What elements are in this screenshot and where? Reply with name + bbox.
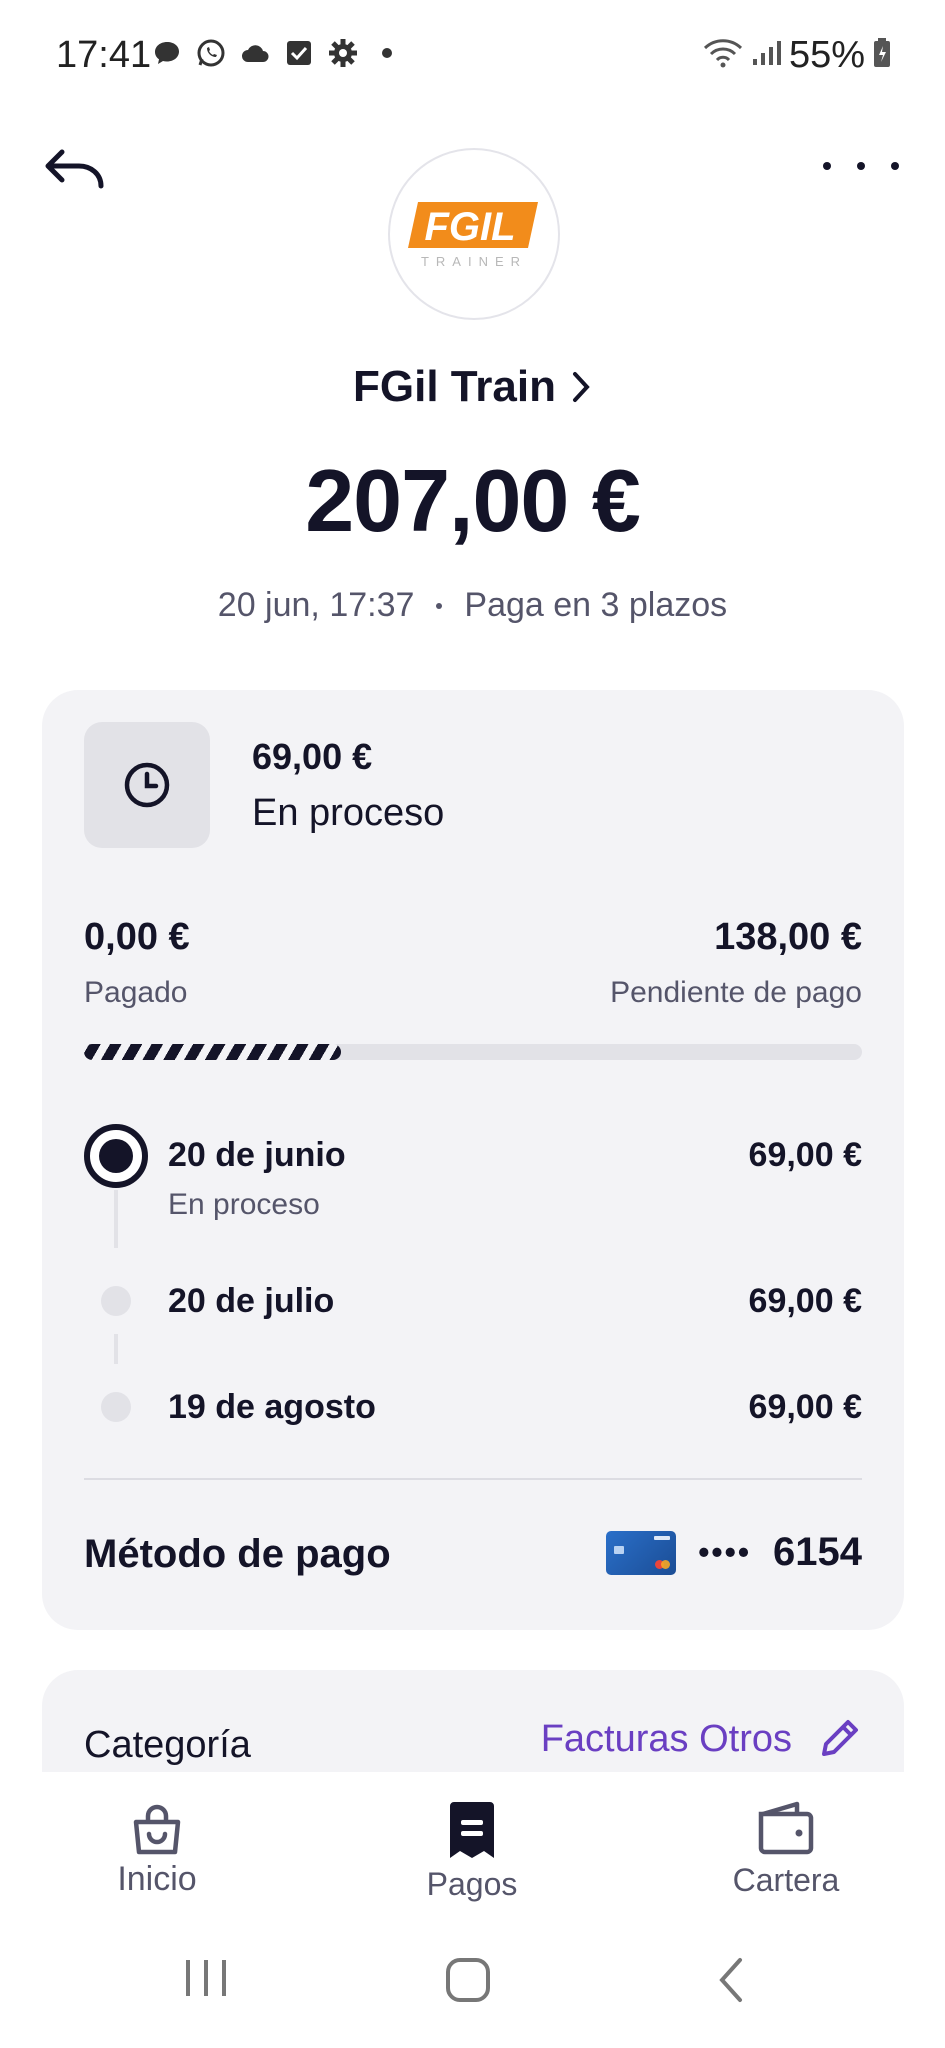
logo-subtext: TRAINER: [421, 254, 527, 269]
category-value: Facturas Otros: [540, 1717, 792, 1760]
dot-icon: [372, 38, 402, 68]
home-button[interactable]: [444, 1956, 492, 2004]
bottom-navigation: Inicio Pagos Cartera: [0, 1772, 945, 1916]
card-mask: ••••: [698, 1534, 752, 1570]
logo-text: FGIL: [424, 205, 515, 249]
transaction-date: 20 jun, 17:37: [217, 586, 415, 624]
merchant-link[interactable]: FGil Train: [0, 362, 945, 412]
current-installment-amount: 69,00 €: [252, 736, 373, 777]
shopping-bag-icon: [133, 1804, 181, 1855]
schedule-amount: 69,00 €: [748, 1388, 862, 1426]
clock-icon: [124, 762, 170, 808]
status-bar: 17:41 55%: [0, 0, 945, 110]
timeline-dot-active: [84, 1124, 148, 1188]
wifi-icon: [703, 38, 743, 73]
category-edit-button[interactable]: Facturas Otros: [541, 1716, 862, 1762]
category-label: Categoría: [84, 1724, 251, 1766]
system-back-button[interactable]: [716, 1956, 746, 2004]
nav-label: Inicio: [117, 1860, 197, 1898]
timeline-connector: [114, 1190, 118, 1248]
schedule-amount: 69,00 €: [748, 1282, 862, 1320]
more-dot: [891, 162, 899, 170]
schedule-status: En proceso: [168, 1188, 320, 1221]
schedule-date: 19 de agosto: [168, 1388, 376, 1426]
back-arrow-icon: [45, 149, 104, 189]
card-last4: 6154: [773, 1530, 862, 1574]
chat-bubble-icon: [152, 38, 182, 68]
payment-method-label: Método de pago: [84, 1532, 391, 1576]
pencil-icon: [822, 1720, 858, 1756]
schedule-date: 20 de junio: [168, 1136, 346, 1174]
payment-method-card[interactable]: •••• 6154: [606, 1530, 862, 1575]
battery-percent: 55%: [788, 34, 865, 76]
checkbox-icon: [284, 38, 314, 68]
whatsapp-icon: [196, 38, 226, 68]
schedule-amount: 69,00 €: [748, 1136, 862, 1174]
pending-amount: 138,00 €: [714, 916, 862, 958]
separator-dot: [436, 602, 443, 609]
timeline-dot: [101, 1286, 131, 1316]
payment-progress-bar: [84, 1044, 862, 1060]
status-icon-box: [84, 722, 210, 848]
signal-icon: [751, 39, 781, 72]
nav-item-pagos[interactable]: Pagos: [372, 1800, 572, 1903]
status-time: 17:41: [56, 34, 152, 76]
nav-label: Pagos: [426, 1866, 518, 1902]
wallet-icon: [758, 1801, 814, 1855]
paid-amount: 0,00 €: [84, 916, 190, 958]
home-icon: [446, 1958, 490, 2002]
payment-progress-fill: [84, 1044, 341, 1060]
merchant-name: FGil Train: [353, 362, 556, 411]
payment-plan: Paga en 3 plazos: [464, 586, 728, 624]
paid-label: Pagado: [84, 976, 188, 1009]
settings-gear-icon: [328, 38, 358, 68]
chevron-right-icon: [572, 372, 590, 402]
receipt-icon: [450, 1802, 494, 1858]
pending-label: Pendiente de pago: [610, 976, 862, 1009]
chevron-left-icon: [719, 1958, 742, 2002]
credit-card-icon: [606, 1530, 677, 1575]
battery-icon: [873, 38, 891, 73]
cloud-icon: [240, 38, 270, 68]
timeline-dot: [101, 1392, 131, 1422]
transaction-meta: 20 jun, 17:37 Paga en 3 plazos: [0, 586, 945, 625]
recent-apps-button[interactable]: [180, 1956, 232, 2000]
nav-item-cartera[interactable]: Cartera: [686, 1800, 886, 1899]
system-navigation-bar: [0, 1916, 945, 2048]
nav-item-inicio[interactable]: Inicio: [57, 1800, 257, 1899]
merchant-logo: FGIL TRAINER: [388, 148, 560, 320]
schedule-date: 20 de julio: [168, 1282, 335, 1320]
system-status-icons: 55%: [703, 34, 891, 77]
timeline-connector: [114, 1334, 118, 1364]
more-options-button[interactable]: [823, 140, 899, 192]
recent-apps-icon: [186, 1960, 226, 1996]
notification-icons: [152, 38, 402, 68]
back-button[interactable]: [36, 138, 116, 202]
current-installment-status: En proceso: [252, 792, 445, 834]
more-dot: [857, 162, 865, 170]
nav-label: Cartera: [732, 1862, 840, 1898]
divider: [84, 1478, 862, 1480]
total-amount: 207,00 €: [305, 451, 641, 550]
more-dot: [823, 162, 831, 170]
installment-card: 69,00 € En proceso 0,00 € Pagado 138,00 …: [42, 690, 904, 1630]
